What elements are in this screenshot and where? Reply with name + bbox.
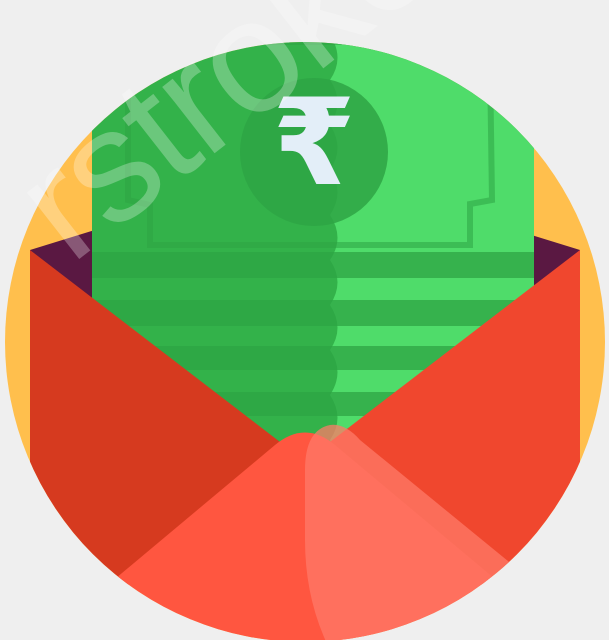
illustration: ₹ rstrokcom: [0, 0, 609, 640]
rupee-icon: ₹: [272, 74, 356, 213]
